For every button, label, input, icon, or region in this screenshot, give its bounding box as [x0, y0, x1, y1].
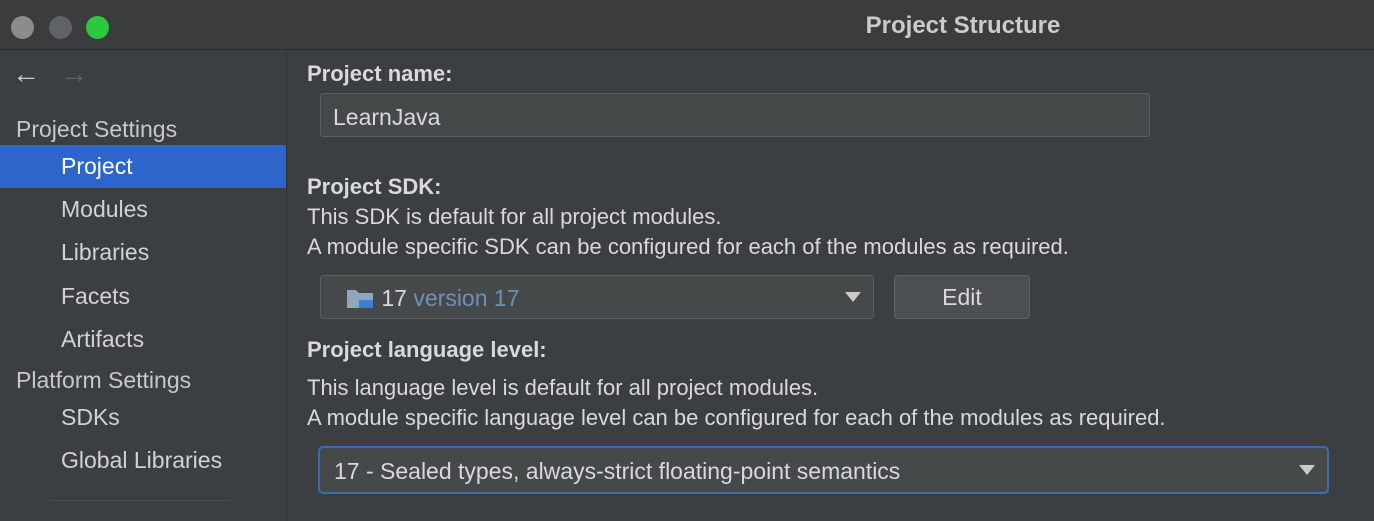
title-bar: Project Structure	[0, 0, 1374, 50]
sidebar-section-project-settings: Project Settings	[16, 116, 178, 142]
sdk-folder-icon	[347, 290, 373, 308]
window-title: Project Structure	[865, 12, 1061, 39]
project-name-value: LearnJava	[333, 104, 441, 130]
language-level-label: Project language level:	[307, 337, 547, 362]
sdk-value: 17	[381, 285, 407, 311]
edit-sdk-button[interactable]: Edit	[894, 275, 1030, 319]
main-panel: Project name: LearnJava Project SDK: Thi…	[287, 50, 1374, 521]
sidebar-item-libraries[interactable]: Libraries	[0, 231, 286, 274]
sidebar-item-facets[interactable]: Facets	[0, 275, 286, 318]
sidebar-section-platform-settings: Platform Settings	[16, 367, 192, 393]
project-sdk-label: Project SDK:	[307, 174, 442, 199]
sdk-description-1: This SDK is default for all project modu…	[307, 204, 722, 229]
project-name-label: Project name:	[307, 61, 453, 86]
back-arrow-icon[interactable]: ←	[12, 60, 40, 88]
forward-arrow-icon[interactable]: →	[60, 60, 88, 88]
sdk-description-2: A module specific SDK can be configured …	[307, 234, 1069, 259]
language-level-value: 17 - Sealed types, always-strict floatin…	[334, 458, 901, 484]
sidebar-item-sdks[interactable]: SDKs	[0, 396, 286, 439]
language-description-1: This language level is default for all p…	[307, 375, 819, 400]
sidebar-item-modules[interactable]: Modules	[0, 188, 286, 231]
language-level-dropdown[interactable]: 17 - Sealed types, always-strict floatin…	[318, 446, 1329, 494]
chevron-down-icon	[1299, 465, 1315, 475]
chevron-down-icon	[845, 292, 861, 302]
project-name-input[interactable]: LearnJava	[320, 93, 1150, 137]
sidebar-divider	[50, 500, 230, 501]
sidebar-item-artifacts[interactable]: Artifacts	[0, 318, 286, 361]
sdk-dropdown[interactable]: 17 version 17	[320, 275, 874, 319]
sidebar-item-project[interactable]: Project	[0, 145, 286, 188]
sdk-version: version 17	[413, 285, 520, 311]
sidebar-item-global-libraries[interactable]: Global Libraries	[0, 439, 286, 482]
language-description-2: A module specific language level can be …	[307, 405, 1166, 430]
